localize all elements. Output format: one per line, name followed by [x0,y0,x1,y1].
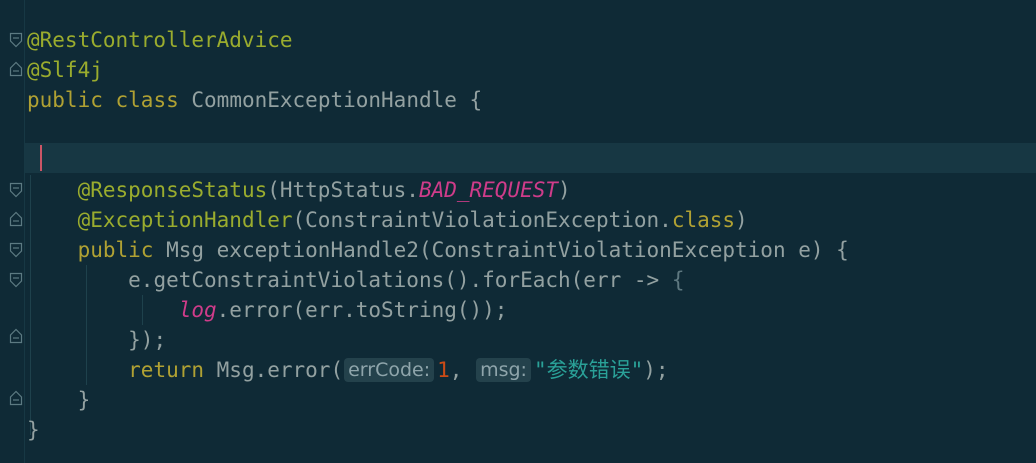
code-text: ) [735,208,748,232]
code-text: ); [643,358,669,382]
brace: { [456,88,483,112]
annotation: @Slf4j [27,58,103,82]
keyword: public [27,88,103,112]
code-line[interactable]: log.error(err.toString()); [27,295,508,325]
lambda-brace: { [671,268,685,292]
code-line[interactable]: } [27,385,91,415]
code-line[interactable]: public Msg exceptionHandle2(ConstraintVi… [27,235,849,265]
annotation: @ExceptionHandler [77,208,293,232]
string-literal: "参数错误" [533,358,644,382]
closing-brace: } [77,388,91,412]
keyword: return [128,358,205,382]
code-line[interactable]: public class CommonExceptionHandle { [27,85,482,115]
code-line[interactable]: @ResponseStatus(HttpStatus.BAD_REQUEST) [27,175,571,205]
code-line[interactable]: return Msg.error(errCode: 1, msg: "参数错误"); [27,355,669,385]
annotation: @RestControllerAdvice [27,28,293,52]
fold-end-icon[interactable] [9,328,23,344]
fold-open-icon[interactable] [9,242,23,258]
fold-end-icon[interactable] [9,211,23,227]
code-line[interactable]: @RestControllerAdvice [27,25,293,55]
code-editor[interactable]: @RestControllerAdvice @Slf4j public clas… [0,0,1036,463]
code-line[interactable]: @ExceptionHandler(ConstraintViolationExc… [27,205,748,235]
code-text: .error(err.toString()); [216,298,508,322]
parameter-hint: msg: [476,358,531,382]
code-line[interactable]: } [27,415,40,445]
code-text: ) [558,178,571,202]
fold-open-icon[interactable] [9,32,23,48]
code-line[interactable]: }); [27,325,166,355]
enum-constant: BAD_REQUEST [418,178,559,202]
code-line[interactable]: e.getConstraintViolations().forEach(err … [27,265,684,295]
static-field: log [178,298,217,322]
code-text: e.getConstraintViolations().forEach(err … [128,268,672,292]
class-name: CommonExceptionHandle [191,88,457,112]
text-caret [40,145,42,171]
code-text: , [449,358,476,382]
code-text: Msg exceptionHandle2(ConstraintViolation… [153,238,849,262]
code-line[interactable]: @Slf4j [27,55,103,85]
fold-end-icon[interactable] [9,61,23,77]
closing-brace: } [27,418,40,442]
fold-open-icon[interactable] [9,272,23,288]
parameter-hint: errCode: [344,358,435,382]
annotation: @ResponseStatus [77,178,268,202]
code-text: (HttpStatus. [267,178,419,202]
fold-open-icon[interactable] [9,182,23,198]
code-text: Msg.error( [204,358,344,382]
keyword: public [77,238,154,262]
gutter-separator [24,0,25,463]
keyword: class [671,208,736,232]
code-text: (ConstraintViolationException. [292,208,672,232]
code-text: }); [128,328,167,352]
number-literal: 1 [437,358,450,382]
current-line-highlight [25,143,1036,173]
fold-end-icon[interactable] [9,390,23,406]
keyword: class [115,88,179,112]
